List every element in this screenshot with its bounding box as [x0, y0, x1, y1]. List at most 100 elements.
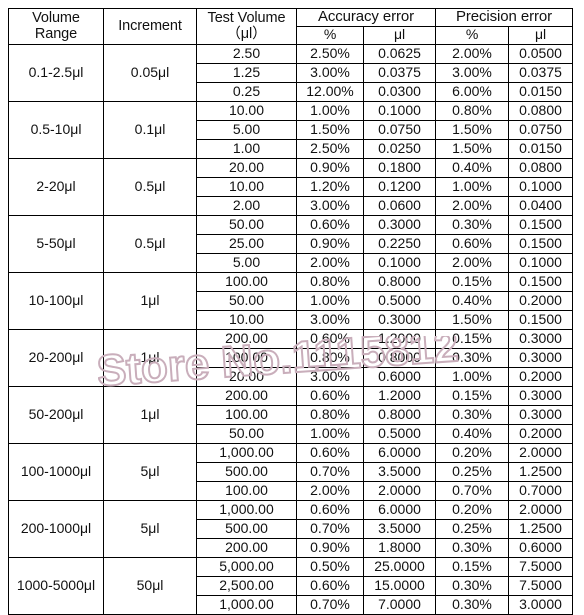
cell-precision-percent: 0.70%: [435, 480, 509, 501]
cell-accuracy-ul: 0.5000: [363, 290, 436, 311]
cell-volume-range: 50-200μl: [8, 385, 104, 444]
cell-precision-ul: 0.0375: [508, 62, 573, 83]
cell-test-volume: 2.00: [196, 195, 297, 216]
cell-test-volume: 10.00: [196, 176, 297, 197]
cell-test-volume: 10.00: [196, 309, 297, 330]
cell-precision-percent: 0.20%: [435, 499, 509, 520]
cell-precision-percent: 0.30%: [435, 575, 509, 596]
cell-test-volume: 200.00: [196, 328, 297, 349]
table-row: 5-50μl 0.5μl 50.00 0.60% 0.3000 0.30% 0.1500: [8, 214, 573, 273]
cell-volume-range: 10-100μl: [8, 271, 104, 330]
cell-precision-percent: 3.00%: [435, 62, 509, 83]
column-header-precision-error: Precision error: [435, 8, 573, 27]
cell-test-volume: 10.00: [196, 100, 297, 121]
cell-precision-ul: 0.0150: [508, 81, 573, 102]
cell-test-volume: 20.00: [196, 366, 297, 387]
cell-precision-percent: 0.15%: [435, 556, 509, 577]
cell-accuracy-ul: 3.5000: [363, 518, 436, 539]
cell-volume-range: 2-20μl: [8, 157, 104, 216]
cell-accuracy-percent: 1.00%: [296, 100, 364, 121]
cell-accuracy-percent: 3.00%: [296, 62, 364, 83]
column-header-accuracy-ul: μl: [363, 25, 436, 45]
cell-precision-percent: 0.15%: [435, 328, 509, 349]
cell-precision-ul: 2.0000: [508, 442, 573, 463]
cell-precision-percent: 1.50%: [435, 309, 509, 330]
cell-accuracy-percent: 0.80%: [296, 271, 364, 292]
cell-precision-ul: 0.0800: [508, 157, 573, 178]
cell-accuracy-percent: 0.90%: [296, 537, 364, 558]
cell-volume-range: 20-200μl: [8, 328, 104, 387]
cell-precision-percent: 1.50%: [435, 138, 509, 159]
cell-test-volume: 100.00: [196, 347, 297, 368]
cell-test-volume: 5,000.00: [196, 556, 297, 577]
cell-precision-ul: 0.0800: [508, 100, 573, 121]
cell-accuracy-percent: 0.60%: [296, 328, 364, 349]
pipette-specification-table: Volume Range Increment Test Volume （μl） …: [8, 8, 573, 615]
cell-precision-percent: 0.30%: [435, 347, 509, 368]
cell-precision-percent: 2.00%: [435, 252, 509, 273]
cell-precision-ul: 0.0500: [508, 43, 573, 64]
cell-accuracy-ul: 0.1000: [363, 252, 436, 273]
cell-precision-ul: 0.2000: [508, 366, 573, 387]
cell-test-volume: 100.00: [196, 480, 297, 501]
cell-volume-range: 100-1000μl: [8, 442, 104, 501]
cell-precision-percent: 6.00%: [435, 81, 509, 102]
cell-precision-ul: 0.1500: [508, 214, 573, 235]
cell-accuracy-percent: 0.70%: [296, 518, 364, 539]
cell-precision-percent: 0.60%: [435, 233, 509, 254]
cell-precision-ul: 7.5000: [508, 556, 573, 577]
cell-precision-percent: 0.40%: [435, 423, 509, 444]
cell-test-volume: 1,000.00: [196, 499, 297, 520]
cell-accuracy-percent: 3.00%: [296, 195, 364, 216]
table-row: 200-1000μl 5μl 1,000.00 0.60% 6.0000 0.20% 2.0…: [8, 499, 573, 558]
cell-increment: 5μl: [103, 442, 197, 501]
column-header-test-volume: Test Volume （μl）: [196, 8, 297, 45]
table-row: 0.5-10μl 0.1μl 10.00 1.00% 0.1000 0.80% 0.0800: [8, 100, 573, 159]
cell-test-volume: 2.50: [196, 43, 297, 64]
cell-precision-ul: 2.0000: [508, 499, 573, 520]
header-row-top: Volume Range Increment Test Volume （μl） …: [8, 8, 573, 45]
cell-volume-range: 0.1-2.5μl: [8, 43, 104, 102]
cell-accuracy-ul: 0.0750: [363, 119, 436, 140]
cell-accuracy-percent: 2.00%: [296, 480, 364, 501]
cell-test-volume: 200.00: [196, 385, 297, 406]
cell-accuracy-ul: 0.0375: [363, 62, 436, 83]
cell-accuracy-percent: 0.50%: [296, 556, 364, 577]
cell-accuracy-percent: 0.90%: [296, 233, 364, 254]
cell-precision-percent: 0.30%: [435, 537, 509, 558]
cell-accuracy-ul: 3.5000: [363, 461, 436, 482]
cell-increment: 1μl: [103, 271, 197, 330]
column-header-accuracy-percent: %: [296, 25, 364, 45]
cell-volume-range: 0.5-10μl: [8, 100, 104, 159]
table-row: 0.1-2.5μl 0.05μl 2.50 2.50% 0.0625 2.00% 0.050…: [8, 43, 573, 102]
cell-accuracy-ul: 0.8000: [363, 404, 436, 425]
table-body: 0.1-2.5μl 0.05μl 2.50 2.50% 0.0625 2.00% 0.050…: [8, 43, 573, 615]
cell-accuracy-percent: 1.00%: [296, 423, 364, 444]
cell-test-volume: 200.00: [196, 537, 297, 558]
cell-accuracy-ul: 0.8000: [363, 271, 436, 292]
cell-accuracy-ul: 0.2250: [363, 233, 436, 254]
cell-accuracy-percent: 3.00%: [296, 366, 364, 387]
cell-volume-range: 200-1000μl: [8, 499, 104, 558]
cell-accuracy-ul: 0.8000: [363, 347, 436, 368]
test-volume-label-line2: （μl）: [226, 26, 267, 43]
cell-test-volume: 2,500.00: [196, 575, 297, 596]
cell-increment: 0.5μl: [103, 214, 197, 273]
cell-accuracy-percent: 12.00%: [296, 81, 364, 102]
cell-accuracy-ul: 0.6000: [363, 366, 436, 387]
cell-test-volume: 100.00: [196, 404, 297, 425]
cell-precision-ul: 0.1500: [508, 309, 573, 330]
cell-precision-percent: 1.00%: [435, 366, 509, 387]
cell-precision-percent: 0.80%: [435, 100, 509, 121]
cell-precision-percent: 2.00%: [435, 43, 509, 64]
cell-accuracy-ul: 0.0300: [363, 81, 436, 102]
cell-precision-percent: 0.40%: [435, 157, 509, 178]
cell-precision-ul: 0.3000: [508, 347, 573, 368]
cell-precision-ul: 0.0400: [508, 195, 573, 216]
cell-accuracy-ul: 0.3000: [363, 309, 436, 330]
cell-precision-percent: 2.00%: [435, 195, 509, 216]
column-header-accuracy-error: Accuracy error: [296, 8, 436, 27]
cell-precision-ul: 0.0150: [508, 138, 573, 159]
cell-accuracy-ul: 0.1800: [363, 157, 436, 178]
cell-accuracy-ul: 0.0600: [363, 195, 436, 216]
